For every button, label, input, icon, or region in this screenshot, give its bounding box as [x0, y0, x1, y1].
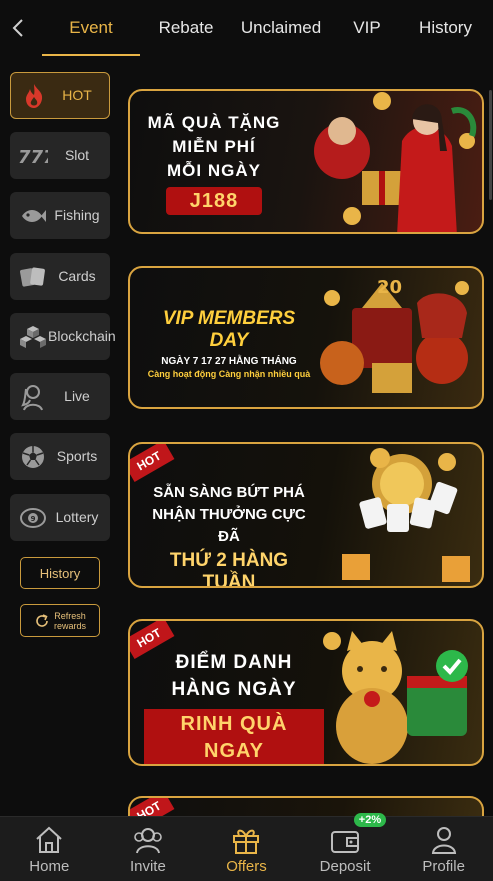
banner-illustration — [314, 92, 477, 232]
nav-invite[interactable]: Invite — [99, 817, 198, 881]
category-sidebar: HOT 777 Slot Fishing Cards Blockchain Li… — [0, 56, 120, 816]
user-icon — [431, 827, 456, 854]
refresh-rewards-label: Refresh rewards — [53, 610, 86, 631]
bottom-nav: Home Invite Offers +2% Deposit Profile — [0, 813, 493, 881]
banner-line: SẴN SÀNG BỨT PHÁ — [153, 484, 305, 501]
gift-icon — [233, 829, 260, 854]
refresh-icon — [36, 613, 48, 627]
sidebar-item-live[interactable]: Live — [10, 373, 110, 420]
slot-777-icon: 777 — [18, 141, 48, 171]
flame-icon — [19, 81, 49, 111]
promo-banner-daily-gift-code[interactable]: MÃ QUÀ TẶNG MIỄN PHÍ MỖI NGÀY J188 — [128, 89, 484, 234]
hot-tag: HOT — [130, 444, 175, 483]
blockchain-cubes-icon — [18, 322, 48, 352]
tab-unclaimed[interactable]: Unclaimed — [226, 0, 336, 56]
sidebar-item-label: Blockchain — [48, 328, 116, 344]
top-nav: Event Rebate Unclaimed VIP History — [0, 0, 493, 56]
sidebar-item-slot[interactable]: 777 Slot — [10, 132, 110, 179]
sidebar-item-label: Live — [64, 388, 90, 404]
chevron-left-icon — [12, 19, 23, 37]
invite-people-icon — [134, 828, 162, 854]
refresh-rewards-button[interactable]: Refresh rewards — [20, 604, 100, 637]
banner-line: HÀNG NGÀY — [171, 679, 297, 700]
nav-deposit[interactable]: +2% Deposit — [296, 813, 395, 881]
sidebar-item-label: HOT — [62, 87, 92, 103]
banner-line: NGÀY 7 17 27 HẰNG THÁNG — [161, 356, 297, 367]
banner-text: ĐIỂM DANH HÀNG NGÀY RINH QUÀ NGAY — [144, 649, 324, 764]
sidebar-item-sports[interactable]: Sports — [10, 433, 110, 480]
sidebar-item-label: Fishing — [54, 207, 100, 223]
nav-label: Deposit — [319, 858, 371, 875]
banner-ribbon: RINH QUÀ NGAY — [144, 709, 324, 764]
cards-icon — [18, 262, 48, 292]
banner-text: MÃ QUÀ TẶNG MIỄN PHÍ MỖI NGÀY J188 — [144, 111, 284, 215]
banner-title: VIP MEMBERS DAY — [162, 308, 296, 351]
tab-event[interactable]: Event — [36, 0, 146, 56]
sidebar-item-blockchain[interactable]: Blockchain — [10, 313, 116, 360]
wallet-icon — [331, 831, 360, 853]
nav-offers[interactable]: Offers — [197, 817, 296, 881]
back-button[interactable] — [0, 0, 36, 56]
promo-banner-vip-members-day[interactable]: 20 VIP MEMBERS DAY NGÀY 7 17 27 HẰNG THÁ… — [128, 266, 484, 409]
sidebar-item-label: Lottery — [55, 509, 99, 525]
dealer-icon — [18, 382, 48, 412]
home-icon — [36, 826, 62, 853]
svg-text:9: 9 — [31, 515, 36, 523]
banner-text: SẴN SÀNG BỨT PHÁ NHẬN THƯỞNG CỰC ĐÃ THỨ … — [144, 482, 314, 588]
nav-label: Offers — [226, 858, 267, 875]
banner-line: THỨ 2 HÀNG TUẦN — [169, 550, 289, 588]
sidebar-item-cards[interactable]: Cards — [10, 253, 110, 300]
sidebar-item-lottery[interactable]: 9 Lottery — [10, 494, 110, 541]
banner-line: MÃ QUÀ TẶNG — [147, 113, 281, 132]
promo-banner-daily-checkin[interactable]: HOT ĐIỂM DANH HÀNG NGÀY RINH QUÀ NGAY — [128, 619, 484, 766]
lottery-ball-icon: 9 — [18, 503, 48, 533]
nav-profile[interactable]: Profile — [394, 817, 493, 881]
deposit-bonus-badge: +2% — [353, 813, 387, 827]
history-button[interactable]: History — [20, 557, 100, 589]
tab-history[interactable]: History — [398, 0, 493, 56]
sidebar-item-label: Sports — [56, 448, 98, 464]
fish-icon — [18, 201, 48, 231]
scrollbar[interactable] — [489, 90, 492, 200]
promo-banner-monday-reward[interactable]: HOT SẴN SÀNG BỨT PHÁ NHẬN THƯỞNG CỰC ĐÃ … — [128, 442, 484, 588]
banner-line: MỖI NGÀY — [167, 161, 261, 180]
tab-bar: Event Rebate Unclaimed VIP History — [36, 0, 493, 56]
banner-illustration — [323, 631, 468, 764]
svg-text:20: 20 — [377, 277, 402, 298]
sidebar-item-label: Slot — [64, 147, 90, 163]
banner-line: NHẬN THƯỞNG CỰC ĐÃ — [152, 506, 306, 545]
gift-code: J188 — [165, 187, 263, 215]
tab-rebate[interactable]: Rebate — [146, 0, 226, 56]
nav-label: Profile — [422, 858, 465, 875]
sidebar-item-hot[interactable]: HOT — [10, 72, 110, 119]
soccer-ball-icon — [18, 442, 48, 472]
nav-label: Invite — [129, 858, 166, 875]
sidebar-item-label: Cards — [58, 268, 96, 284]
banner-illustration — [342, 448, 470, 582]
banner-subtitle: Càng hoạt động Càng nhận nhiều quà — [147, 369, 311, 379]
banner-line: MIỄN PHÍ — [172, 137, 256, 156]
tab-vip[interactable]: VIP — [336, 0, 398, 56]
banner-illustration: 20 — [320, 277, 469, 393]
nav-home[interactable]: Home — [0, 817, 99, 881]
sidebar-item-fishing[interactable]: Fishing — [10, 192, 110, 239]
svg-text:777: 777 — [18, 147, 48, 167]
nav-label: Home — [29, 858, 70, 875]
banner-line: ĐIỂM DANH — [175, 652, 293, 673]
banner-text: VIP MEMBERS DAY NGÀY 7 17 27 HẰNG THÁNG … — [144, 308, 314, 379]
